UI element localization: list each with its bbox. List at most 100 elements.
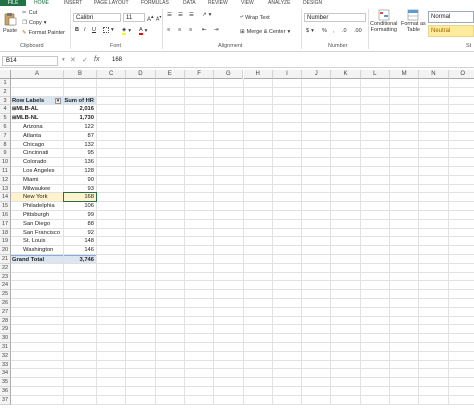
- row-header-34[interactable]: 34: [0, 369, 11, 379]
- column-header-i[interactable]: I: [272, 70, 303, 79]
- row-header-17[interactable]: 17: [0, 219, 11, 229]
- borders-button[interactable]: ▾: [103, 27, 114, 33]
- pivot-item-value[interactable]: 122: [64, 123, 96, 131]
- filter-dropdown-icon[interactable]: ▾: [55, 97, 61, 104]
- row-header-9[interactable]: 9: [0, 149, 11, 159]
- pivot-item-value[interactable]: 95: [64, 149, 96, 157]
- row-header-15[interactable]: 15: [0, 202, 11, 211]
- column-header-m[interactable]: M: [390, 70, 420, 79]
- row-header-25[interactable]: 25: [0, 290, 11, 299]
- row-header-29[interactable]: 29: [0, 325, 11, 335]
- row-header-3[interactable]: 3: [0, 96, 11, 106]
- pivot-header-sum[interactable]: Sum of HR: [64, 96, 96, 105]
- pivot-item-label[interactable]: Colorado: [11, 158, 63, 166]
- pivot-item-value[interactable]: 87: [64, 132, 96, 140]
- name-box[interactable]: B14: [2, 56, 58, 66]
- cut-button[interactable]: ✂ Cut: [22, 10, 37, 16]
- pivot-item-value[interactable]: 136: [64, 158, 96, 166]
- column-header-a[interactable]: A: [11, 70, 64, 79]
- percent-button[interactable]: %: [322, 28, 327, 34]
- row-header-31[interactable]: 31: [0, 343, 11, 352]
- row-header-10[interactable]: 10: [0, 158, 11, 167]
- align-left-button[interactable]: ≡: [167, 27, 170, 33]
- bold-button[interactable]: B: [75, 27, 79, 33]
- pivot-item-label[interactable]: Pittsburgh: [11, 211, 63, 219]
- conditional-formatting-button[interactable]: Conditional Formatting: [370, 9, 398, 33]
- row-header-12[interactable]: 12: [0, 175, 11, 185]
- row-header-6[interactable]: 6: [0, 123, 11, 132]
- align-middle-button[interactable]: ☰: [178, 12, 183, 18]
- pivot-group-label[interactable]: ⊞MLB-NL: [11, 114, 63, 122]
- fill-color-button[interactable]: ◈ ▾: [122, 27, 131, 35]
- increase-indent-button[interactable]: ⇥: [214, 27, 219, 33]
- column-header-c[interactable]: C: [97, 70, 127, 79]
- wrap-text-button[interactable]: ⤶ Wrap Text: [240, 14, 270, 21]
- style-normal[interactable]: Normal: [428, 11, 474, 23]
- format-as-table-button[interactable]: Format as Table: [401, 9, 426, 33]
- row-header-23[interactable]: 23: [0, 272, 11, 282]
- grand-total-label[interactable]: Grand Total: [11, 255, 63, 263]
- pivot-item-label[interactable]: Miami: [11, 176, 63, 184]
- pivot-item-label[interactable]: Milwaukee: [11, 185, 63, 193]
- align-top-button[interactable]: ☰: [167, 12, 172, 18]
- pivot-item-label[interactable]: Philadelphia: [11, 202, 63, 210]
- row-header-19[interactable]: 19: [0, 237, 11, 247]
- pivot-item-label[interactable]: New York: [11, 193, 63, 202]
- row-header-2[interactable]: 2: [0, 87, 11, 97]
- comma-button[interactable]: ,: [333, 28, 335, 34]
- row-header-1[interactable]: 1: [0, 79, 11, 88]
- row-header-8[interactable]: 8: [0, 140, 11, 150]
- row-header-37[interactable]: 37: [0, 395, 11, 405]
- insert-function-button[interactable]: fx: [94, 56, 99, 63]
- pivot-group-value[interactable]: 2,016: [64, 105, 96, 113]
- row-header-13[interactable]: 13: [0, 184, 11, 194]
- column-header-e[interactable]: E: [155, 70, 185, 79]
- pivot-item-label[interactable]: Arizona: [11, 123, 63, 131]
- selected-cell[interactable]: 168: [63, 192, 97, 203]
- column-header-b[interactable]: B: [64, 70, 97, 79]
- font-shrink-button[interactable]: A▾: [156, 14, 161, 23]
- pivot-item-label[interactable]: San Francisco: [11, 229, 63, 237]
- row-header-28[interactable]: 28: [0, 316, 11, 326]
- align-center-button[interactable]: ≡: [178, 27, 181, 33]
- row-header-18[interactable]: 18: [0, 228, 11, 238]
- column-header-l[interactable]: L: [360, 70, 390, 79]
- row-header-16[interactable]: 16: [0, 211, 11, 220]
- grand-total-value[interactable]: 3,746: [64, 255, 96, 263]
- formula-input[interactable]: 168: [108, 56, 472, 66]
- pivot-item-value[interactable]: 88: [64, 220, 96, 228]
- row-header-7[interactable]: 7: [0, 131, 11, 141]
- row-header-35[interactable]: 35: [0, 378, 11, 387]
- paste-button[interactable]: Paste: [3, 12, 17, 34]
- pivot-item-value[interactable]: 93: [64, 185, 96, 193]
- row-header-21[interactable]: 21: [0, 255, 11, 264]
- row-header-26[interactable]: 26: [0, 299, 11, 308]
- format-painter-button[interactable]: ✎ Format Painter: [22, 30, 65, 36]
- name-box-dropdown[interactable]: ▾: [62, 57, 65, 63]
- pivot-item-label[interactable]: San Diego: [11, 220, 63, 228]
- enter-button[interactable]: ✓: [82, 56, 88, 64]
- copy-button[interactable]: ❐ Copy ▾: [22, 20, 47, 26]
- decrease-indent-button[interactable]: ⇤: [202, 27, 207, 33]
- spreadsheet-grid[interactable]: A B C D E F G H I J K L M N O 1 2 3 4 5 6 7 8 9 10 11 12 13 14 15 16 17…: [0, 70, 474, 410]
- row-header-20[interactable]: 20: [0, 246, 11, 255]
- merge-center-button[interactable]: ⊞ Merge & Center ▾: [240, 29, 290, 35]
- column-header-j[interactable]: J: [302, 70, 332, 79]
- row-header-33[interactable]: 33: [0, 360, 11, 370]
- column-header-n[interactable]: N: [419, 70, 449, 79]
- font-name-select[interactable]: Calibri: [73, 13, 121, 22]
- pivot-item-value[interactable]: 128: [64, 167, 96, 175]
- row-header-30[interactable]: 30: [0, 334, 11, 343]
- pivot-item-value[interactable]: 148: [64, 237, 96, 245]
- column-header-o[interactable]: O: [448, 70, 474, 79]
- italic-button[interactable]: I: [84, 27, 86, 33]
- pivot-group-label[interactable]: ⊞MLB-AL: [11, 105, 63, 113]
- column-header-d[interactable]: D: [126, 70, 156, 79]
- number-format-select[interactable]: Number: [304, 13, 366, 22]
- pivot-item-label[interactable]: Atlanta: [11, 132, 63, 140]
- pivot-item-value[interactable]: 132: [64, 141, 96, 149]
- select-all-corner[interactable]: [0, 70, 11, 79]
- row-header-32[interactable]: 32: [0, 351, 11, 361]
- font-size-select[interactable]: 11: [123, 13, 145, 22]
- pivot-item-value[interactable]: 92: [64, 229, 96, 237]
